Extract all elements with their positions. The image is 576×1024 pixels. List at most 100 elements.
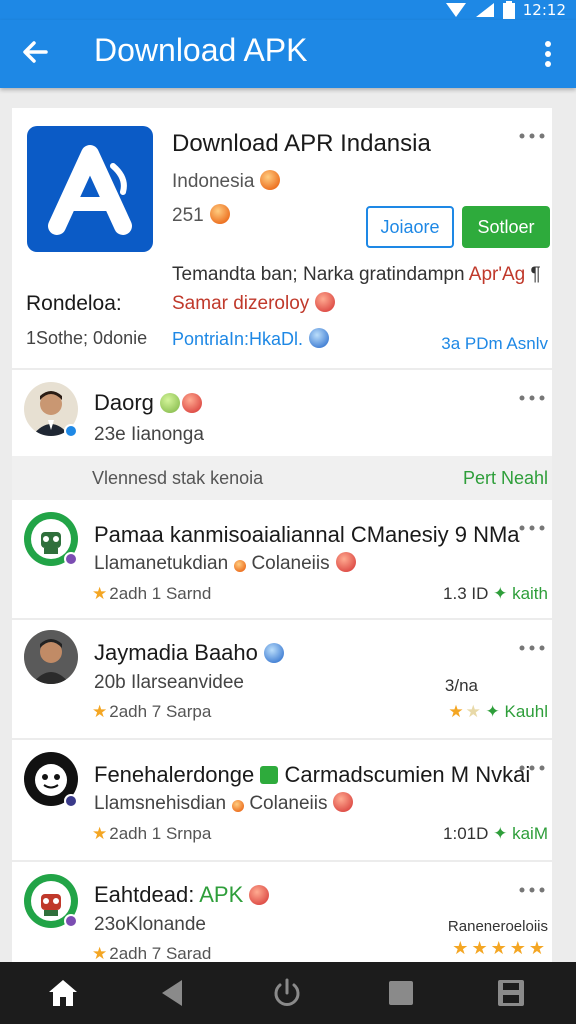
header-right-link[interactable]: 3a PDm Asnlv — [441, 334, 548, 354]
star-icon: ★ — [448, 702, 464, 721]
save-icon[interactable] — [494, 976, 528, 1010]
post-subtitle: Llamsnehisdian Colaneiis — [94, 792, 354, 815]
back-arrow-icon[interactable] — [16, 32, 56, 72]
badge-icon — [64, 914, 78, 928]
list-item[interactable]: Daorg 23e Iianonga — [12, 370, 552, 456]
outline-button[interactable]: Joiaore — [366, 206, 454, 248]
post-right-link[interactable]: ✦ kaith — [493, 584, 548, 603]
post-right-link-text[interactable]: kaiM — [512, 824, 548, 843]
star-icon: ★ — [92, 944, 108, 963]
more-vertical-icon[interactable] — [536, 36, 560, 72]
more-horizontal-icon[interactable] — [518, 132, 546, 140]
star-icon: ★ — [528, 938, 546, 958]
post-subtitle: 23oKlonande — [94, 914, 206, 935]
badge-icon — [64, 794, 78, 808]
post-subtitle-text: Llamsnehisdian — [94, 793, 227, 814]
star-icon: ★ — [490, 938, 508, 958]
star-icon: ★ — [92, 702, 108, 721]
bottom-nav-bar — [0, 962, 576, 1024]
emoji-icon — [181, 393, 202, 413]
post-right-link-text[interactable]: Kauhl — [505, 702, 548, 721]
post-subtitle: 20b Ilarseanvidee — [94, 672, 244, 693]
post-right-num: 1.3 ID — [443, 584, 489, 603]
post-author: Jaymadia Baaho — [94, 640, 284, 666]
post-meta: ★ 2adh 1 Srnpa — [92, 824, 211, 844]
post-meta-text: 2adh 1 Sarnd — [109, 584, 212, 603]
post-author-text: Jaymadia Baaho — [94, 640, 258, 665]
post-meta-text: 2adh 7 Sarpa — [109, 702, 212, 721]
more-horizontal-icon[interactable] — [518, 886, 546, 894]
post-right-info: 1:01D ✦ kaiM — [443, 824, 548, 844]
list-item[interactable]: Pamaa kanmisoaialiannal CManesiy 9 NMa L… — [12, 500, 552, 618]
list-item[interactable]: Eahtdead: APK 23oKlonande Raneneroeloiis… — [12, 862, 552, 964]
emoji-icon — [249, 885, 270, 905]
back-icon[interactable] — [156, 976, 190, 1010]
verified-badge-icon — [64, 424, 78, 438]
emoji-icon — [309, 328, 330, 348]
star-icon: ★ — [465, 702, 481, 721]
power-icon[interactable] — [270, 976, 304, 1010]
emoji-icon — [335, 552, 356, 572]
more-horizontal-icon[interactable] — [518, 644, 546, 652]
link-text-value[interactable]: PontriaIn:HkaDl. — [172, 329, 303, 349]
star-icon: ★ — [509, 938, 527, 958]
post-right-info: ★ ★ ✦ Kauhl — [448, 702, 548, 722]
desc-main: Temandta ban; Narka gratindampn — [172, 264, 469, 285]
post-right-link-text[interactable]: kaith — [512, 584, 548, 603]
section-separator: Vlennesd stak kenoia Pert Neahl — [12, 456, 552, 500]
status-bar: 12:12 — [0, 0, 576, 20]
star-icon: ★ — [92, 584, 108, 603]
app-header-card: Download APR Indansia Indonesia 251 Joia… — [12, 108, 552, 368]
section-label: Rondeloa: — [26, 292, 122, 315]
wifi-icon — [445, 3, 466, 17]
post-author-text: Fenehalerdonge — [94, 762, 255, 787]
app-subtitle: Indonesia — [172, 170, 281, 193]
post-subtitle: 23e Iianonga — [94, 424, 204, 445]
separator-text: Vlennesd stak kenoia — [92, 468, 264, 488]
post-author-text: Eahtdead: — [94, 882, 195, 907]
status-icons: 12:12 — [445, 1, 566, 19]
app-title: Download APR Indansia — [172, 130, 431, 157]
post-subtitle-text: Colaneiis — [251, 553, 330, 574]
list-item[interactable]: Jaymadia Baaho 20b Ilarseanvidee 3/na ★ 2… — [12, 620, 552, 738]
star-icon: ★ — [452, 938, 470, 958]
list-item[interactable]: Fenehalerdonge Carmadscumien M Nvkai Lla… — [12, 740, 552, 860]
app-bar: Download APK — [0, 20, 576, 88]
badge-icon — [260, 766, 279, 784]
emoji-icon — [260, 170, 281, 190]
avatar — [24, 630, 78, 684]
app-count-text: 251 — [172, 205, 204, 226]
desc-tail: ¶ — [530, 264, 541, 285]
app-description: Temandta ban; Narka gratindampn Apr'Ag ¶ — [172, 264, 541, 286]
post-author-text: Carmadscumien M Nvkai — [284, 762, 531, 787]
post-author-text: Daorg — [94, 390, 154, 415]
more-horizontal-icon[interactable] — [518, 764, 546, 772]
post-subtitle-text: Llamanetukdian — [94, 553, 229, 574]
status-time: 12:12 — [522, 1, 566, 19]
app-count: 251 — [172, 204, 230, 227]
meta-text: 1Sothe; 0donie — [26, 328, 148, 348]
battery-icon — [502, 1, 515, 19]
more-horizontal-icon[interactable] — [518, 524, 546, 532]
post-meta-text: 2adh 7 Sarad — [109, 944, 212, 963]
link-text[interactable]: PontriaIn:HkaDl. — [172, 328, 330, 350]
post-meta: ★ 2adh 1 Sarnd — [92, 584, 211, 604]
post-right-link[interactable]: ✦ kaiM — [493, 824, 548, 843]
post-meta-text: 2adh 1 Srnpa — [109, 824, 212, 843]
post-meta: ★ 2adh 7 Sarad — [92, 944, 211, 964]
more-horizontal-icon[interactable] — [518, 394, 546, 402]
separator-link[interactable]: Pert Neahl — [463, 468, 548, 489]
post-right-label: 3/na — [444, 676, 478, 695]
post-author: Daorg — [94, 390, 202, 416]
post-author: Fenehalerdonge Carmadscumien M Nvkai — [94, 762, 530, 788]
emoji-icon — [159, 393, 180, 413]
home-icon[interactable] — [46, 976, 80, 1010]
badge-icon — [64, 552, 78, 566]
post-subtitle-text: Colaneiis — [249, 793, 328, 814]
emoji-icon — [333, 792, 354, 812]
app-bar-title: Download APK — [94, 32, 308, 68]
post-right-link[interactable]: ✦ Kauhl — [486, 702, 548, 721]
solid-button[interactable]: Sotloer — [462, 206, 550, 248]
post-right-info: 1.3 ID ✦ kaith — [443, 584, 548, 604]
square-icon[interactable] — [384, 976, 418, 1010]
